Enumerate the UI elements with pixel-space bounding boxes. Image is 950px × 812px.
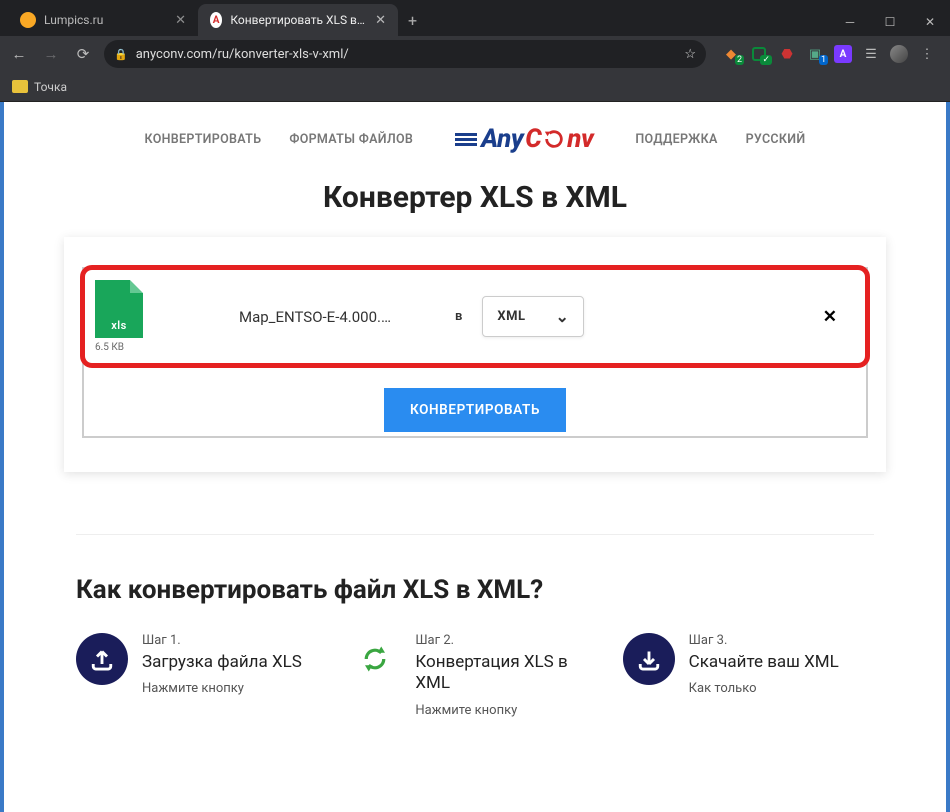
top-nav: КОНВЕРТИРОВАТЬ ФОРМАТЫ ФАЙЛОВ Any C nv П… bbox=[4, 102, 946, 162]
ext-icon-3[interactable]: ⬣ bbox=[778, 45, 796, 63]
logo-stripes-icon bbox=[455, 133, 477, 146]
minimize-button[interactable]: ─ bbox=[830, 8, 870, 36]
convert-icon bbox=[349, 633, 401, 685]
step-2: Шаг 2. Конвертация XLS в XML Нажмите кно… bbox=[349, 633, 600, 718]
lock-icon: 🔒 bbox=[114, 48, 128, 61]
nav-language[interactable]: РУССКИЙ bbox=[746, 132, 806, 147]
address-bar: ← → ⟳ 🔒 anyconv.com/ru/konverter-xls-v-x… bbox=[0, 36, 950, 72]
reading-list-icon[interactable]: ☰ bbox=[862, 45, 880, 63]
page-content: КОНВЕРТИРОВАТЬ ФОРМАТЫ ФАЙЛОВ Any C nv П… bbox=[0, 102, 950, 812]
browser-tab-2[interactable]: A Конвертировать XLS в XML онл ✕ bbox=[198, 4, 398, 36]
remove-file-button[interactable]: ✕ bbox=[813, 307, 847, 327]
step-num: Шаг 3. bbox=[689, 633, 839, 652]
logo-text-a: Any bbox=[481, 124, 523, 154]
ext-icon-1[interactable]: ◆2 bbox=[722, 45, 740, 63]
ext-icon-5[interactable]: A bbox=[834, 45, 852, 63]
howto-title: Как конвертировать файл XLS в XML? bbox=[76, 534, 874, 633]
logo-text-c: nv bbox=[567, 124, 593, 154]
close-icon[interactable]: ✕ bbox=[175, 13, 186, 28]
extension-icons: ◆2 ✓ ⬣ ▣1 A ☰ ⋮ bbox=[716, 45, 942, 63]
forward-icon[interactable]: → bbox=[40, 45, 62, 63]
menu-icon[interactable]: ⋮ bbox=[918, 45, 936, 63]
bookmarks-bar: Точка bbox=[0, 72, 950, 102]
step-num: Шаг 1. bbox=[142, 633, 302, 652]
converter-card: xls 6.5 КВ Map_ENTSO-E-4.000.… в XML ⌄ ✕… bbox=[64, 237, 886, 472]
browser-tabs: Lumpics.ru ✕ A Конвертировать XLS в XML … bbox=[8, 4, 830, 36]
folder-icon bbox=[12, 80, 28, 93]
reload-icon[interactable]: ⟳ bbox=[72, 45, 94, 63]
step-desc: Нажмите кнопку bbox=[415, 703, 600, 718]
step-title: Скачайте ваш XML bbox=[689, 652, 839, 681]
nav-convert[interactable]: КОНВЕРТИРОВАТЬ bbox=[145, 132, 262, 147]
nav-formats[interactable]: ФОРМАТЫ ФАЙЛОВ bbox=[289, 132, 413, 147]
favicon-anyconv: A bbox=[210, 12, 222, 28]
ext-icon-2[interactable]: ✓ bbox=[750, 45, 768, 63]
close-icon[interactable]: ✕ bbox=[375, 13, 386, 28]
browser-tab-1[interactable]: Lumpics.ru ✕ bbox=[8, 4, 198, 36]
back-icon[interactable]: ← bbox=[8, 45, 30, 63]
window-titlebar: Lumpics.ru ✕ A Конвертировать XLS в XML … bbox=[0, 0, 950, 36]
steps-row: Шаг 1. Загрузка файла XLS Нажмите кнопку… bbox=[4, 633, 946, 718]
step-desc: Как только bbox=[689, 681, 839, 696]
convert-button[interactable]: КОНВЕРТИРОВАТЬ bbox=[384, 388, 566, 432]
file-ext: xls bbox=[111, 319, 127, 332]
page-title: Конвертер XLS в XML bbox=[4, 162, 946, 237]
star-icon[interactable]: ☆ bbox=[684, 47, 696, 62]
step-3: Шаг 3. Скачайте ваш XML Как только bbox=[623, 633, 874, 718]
file-icon-wrap: xls 6.5 КВ bbox=[95, 280, 143, 353]
url-text: anyconv.com/ru/konverter-xls-v-xml/ bbox=[136, 47, 349, 62]
format-value: XML bbox=[497, 309, 525, 324]
tab-title: Lumpics.ru bbox=[44, 13, 103, 27]
chevron-down-icon: ⌄ bbox=[556, 307, 570, 326]
file-size: 6.5 КВ bbox=[95, 338, 143, 353]
window-controls: ─ ☐ ✕ bbox=[830, 8, 950, 36]
nav-support[interactable]: ПОДДЕРЖКА bbox=[635, 132, 717, 147]
file-dropzone: xls 6.5 КВ Map_ENTSO-E-4.000.… в XML ⌄ ✕… bbox=[82, 267, 868, 438]
maximize-button[interactable]: ☐ bbox=[870, 8, 910, 36]
to-label: в bbox=[447, 309, 470, 324]
file-row: xls 6.5 КВ Map_ENTSO-E-4.000.… в XML ⌄ ✕ bbox=[80, 265, 870, 368]
avatar-icon[interactable] bbox=[890, 45, 908, 63]
ext-icon-4[interactable]: ▣1 bbox=[806, 45, 824, 63]
url-input[interactable]: 🔒 anyconv.com/ru/konverter-xls-v-xml/ ☆ bbox=[104, 40, 706, 68]
step-desc: Нажмите кнопку bbox=[142, 681, 302, 696]
tab-title: Конвертировать XLS в XML онл bbox=[230, 13, 367, 27]
logo-cycle-icon bbox=[543, 128, 565, 150]
favicon-lumpics bbox=[20, 12, 36, 28]
step-title: Конвертация XLS в XML bbox=[415, 652, 600, 703]
logo-text-b: C bbox=[525, 124, 541, 154]
upload-icon bbox=[76, 633, 128, 685]
file-name: Map_ENTSO-E-4.000.… bbox=[155, 308, 435, 326]
close-button[interactable]: ✕ bbox=[910, 8, 950, 36]
bookmark-item[interactable]: Точка bbox=[34, 80, 67, 94]
step-num: Шаг 2. bbox=[415, 633, 600, 652]
logo[interactable]: Any C nv bbox=[441, 124, 607, 154]
download-icon bbox=[623, 633, 675, 685]
step-1: Шаг 1. Загрузка файла XLS Нажмите кнопку bbox=[76, 633, 327, 718]
target-format-select[interactable]: XML ⌄ bbox=[482, 296, 584, 337]
step-title: Загрузка файла XLS bbox=[142, 652, 302, 681]
file-icon: xls bbox=[95, 280, 143, 338]
new-tab-button[interactable]: + bbox=[398, 5, 427, 36]
